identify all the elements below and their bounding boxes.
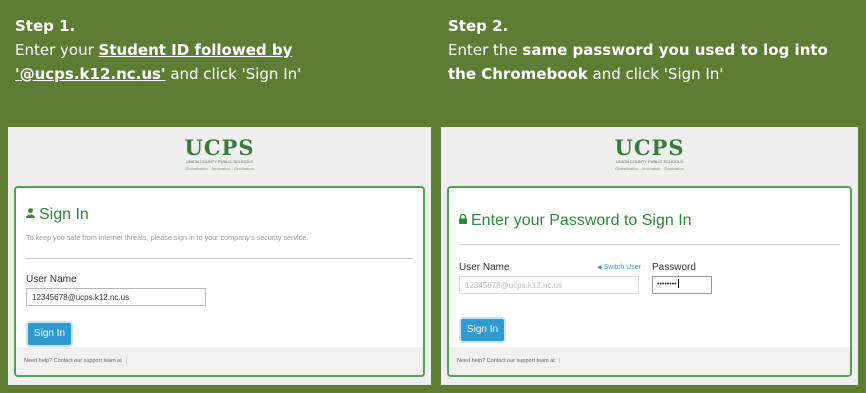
ucps-logo: UCPS UNION COUNTY PUBLIC SCHOOLS Globali… (441, 135, 858, 172)
username-label: User Name (459, 262, 510, 273)
divider (459, 244, 840, 245)
username-label: User Name (26, 274, 77, 285)
step1-screenshot: UCPS UNION COUNTY PUBLIC SCHOOLS Globali… (8, 127, 431, 385)
user-icon (26, 206, 35, 224)
help-text: Need help? Contact our support team at (24, 358, 122, 364)
step1-text-pre: Enter your (15, 41, 99, 59)
password-card: Enter your Password to Sign In User Name… (447, 186, 852, 377)
switch-user-link[interactable]: ◀ Switch User (597, 264, 641, 271)
switch-user-icon: ◀ (597, 265, 602, 271)
logo-sub-text: UNION COUNTY PUBLIC SCHOOLS (615, 159, 684, 164)
signin-description: To keep you safe from internet threats, … (26, 233, 309, 242)
logo-tagline: Globalization · Innovation · Graduation (185, 166, 254, 171)
step1-title: Step 1. (15, 17, 76, 35)
divider (26, 258, 413, 259)
step2-text-pre: Enter the (448, 41, 523, 59)
signin-title-text: Sign In (39, 206, 89, 223)
step1-text-post: and click 'Sign In' (165, 65, 302, 83)
password-label: Password (652, 262, 696, 273)
signin-title: Sign In (26, 206, 89, 224)
logo-tagline: Globalization · Innovation · Graduation (615, 166, 684, 171)
logo-sub-text: UNION COUNTY PUBLIC SCHOOLS (185, 159, 254, 164)
password-title: Enter your Password to Sign In (459, 212, 692, 230)
step1-panel: Step 1. Enter your Student ID followed b… (0, 0, 433, 393)
help-separator: | (558, 358, 561, 364)
step2-screenshot: UCPS UNION COUNTY PUBLIC SCHOOLS Globali… (441, 127, 858, 385)
step2-instructions: Step 2. Enter the same password you used… (448, 14, 856, 86)
signin-card: Sign In To keep you safe from internet t… (14, 186, 425, 377)
switch-user-text: Switch User (603, 264, 641, 271)
ucps-logo: UCPS UNION COUNTY PUBLIC SCHOOLS Globali… (8, 135, 431, 172)
logo-main-text: UCPS (184, 135, 255, 160)
sign-in-button[interactable]: Sign In (28, 323, 71, 345)
password-title-text: Enter your Password to Sign In (471, 212, 692, 229)
help-text: Need help? Contact our support team at (457, 358, 555, 364)
step1-instructions: Step 1. Enter your Student ID followed b… (15, 14, 423, 86)
step2-text-post: and click 'Sign In' (587, 65, 724, 83)
password-value: •••••••• (657, 281, 677, 288)
lock-icon (459, 212, 467, 230)
help-separator: | (125, 358, 128, 364)
sign-in-button[interactable]: Sign In (461, 319, 504, 341)
username-input[interactable]: 12345678@ucps.k12.nc.us (26, 288, 206, 306)
username-input-disabled: 12345678@ucps.k12.nc.us (459, 276, 639, 294)
logo-main-text: UCPS (614, 135, 685, 160)
password-input[interactable]: •••••••• (652, 276, 712, 294)
help-footer: Need help? Contact our support team at | (16, 347, 423, 375)
step2-title: Step 2. (448, 17, 509, 35)
step1-text: Enter your Student ID followed by '@ucps… (15, 38, 423, 86)
step2-panel: Step 2. Enter the same password you used… (433, 0, 866, 393)
text-cursor (677, 279, 679, 288)
step2-text: Enter the same password you used to log … (448, 38, 856, 86)
help-footer: Need help? Contact our support team at | (449, 347, 850, 375)
